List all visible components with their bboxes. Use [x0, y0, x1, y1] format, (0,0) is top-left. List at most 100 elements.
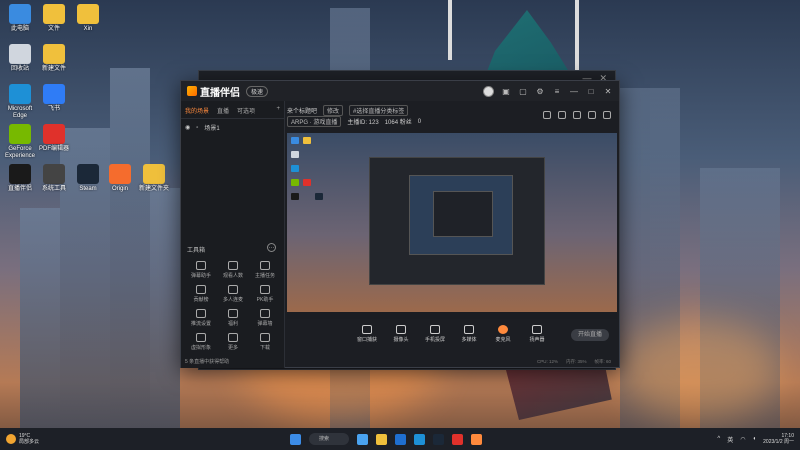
toolbox-more-button[interactable]: …: [267, 243, 276, 252]
tool-item[interactable]: 更多: [217, 333, 249, 351]
tool-item[interactable]: 贡献榜: [185, 285, 217, 303]
start-icon[interactable]: [290, 433, 301, 445]
eye-icon[interactable]: ◉: [185, 124, 190, 131]
bell-icon[interactable]: [588, 111, 596, 119]
tool-item[interactable]: PK助手: [249, 285, 281, 303]
lock-icon[interactable]: ▫: [196, 125, 198, 131]
desktop-icon[interactable]: Microsoft Edge: [2, 84, 38, 120]
taskbar-app-icon[interactable]: [433, 433, 444, 445]
app-icon: [43, 4, 65, 24]
room-id: 主播ID: 123: [347, 120, 379, 126]
tool-icon: [196, 285, 206, 294]
tool-icon: [228, 333, 238, 342]
desktop-icon[interactable]: 文件: [36, 4, 72, 33]
tool-label: 福利: [227, 321, 238, 327]
version-badge[interactable]: 极速: [246, 85, 269, 97]
taskbar-app-icon[interactable]: [452, 433, 463, 445]
desktop-icon[interactable]: 回收站: [2, 44, 38, 73]
category-tag[interactable]: #选择直播分类标签: [349, 105, 409, 116]
add-scene-button[interactable]: +: [276, 106, 280, 115]
desktop-icon[interactable]: 此电脑: [2, 4, 38, 33]
desktop-icon-label: GeForce Experience: [4, 146, 36, 159]
desktop-icon[interactable]: Steam: [70, 164, 106, 193]
control-label: 扬声器: [529, 337, 545, 343]
desktop-icon[interactable]: 新建文件: [36, 44, 72, 73]
edit-title-button[interactable]: 修改: [323, 105, 344, 116]
desktop-icon-label: 此电脑: [10, 26, 29, 32]
tool-item[interactable]: 弹幕助手: [185, 261, 217, 279]
weather-widget[interactable]: 19°C 局部多云: [0, 433, 39, 445]
desktop-icon[interactable]: Xin: [70, 4, 106, 33]
taskbar-app-icon[interactable]: [471, 433, 482, 445]
tool-item[interactable]: 福利: [217, 309, 249, 327]
volume-icon[interactable]: ◖: [753, 436, 757, 442]
scene-item[interactable]: ◉ ▫ 场景1: [181, 119, 284, 136]
source-control[interactable]: 手机投屏: [422, 323, 448, 349]
app-logo: 直播伴侣: [187, 84, 240, 99]
avatar[interactable]: [483, 85, 494, 97]
settings-icon[interactable]: ⚙: [535, 87, 545, 96]
lock-icon[interactable]: [558, 111, 566, 119]
gift-icon[interactable]: ▣: [501, 87, 511, 96]
tab-live[interactable]: 直播: [217, 106, 229, 115]
menu-icon[interactable]: ≡: [552, 87, 562, 96]
toolbox-title: 工具箱: [187, 248, 206, 254]
desktop-icon[interactable]: Origin: [102, 164, 138, 193]
desktop-icon[interactable]: 系统工具: [36, 164, 72, 193]
taskbar-app-icon[interactable]: [357, 433, 368, 445]
source-control[interactable]: 麦克风: [490, 323, 516, 349]
toolbox-grid: 弹幕助手 观看人数 主播任务贡献榜 多人连麦 PK助手推流设置 福利 弹幕墙虚拟形象 更多 下载: [185, 261, 281, 351]
share-icon[interactable]: [603, 111, 611, 119]
tab-my-scenes[interactable]: 我的场景: [185, 106, 209, 115]
desktop-icon-label: 系统工具: [41, 186, 66, 192]
preview-icon: [303, 179, 311, 186]
tool-label: 下载: [259, 345, 270, 351]
source-control[interactable]: 多媒体: [456, 323, 482, 349]
tool-item[interactable]: 推流设置: [185, 309, 217, 327]
tool-item[interactable]: 弹幕墙: [249, 309, 281, 327]
preview-taskbar: [287, 312, 617, 319]
message-icon[interactable]: ▢: [518, 87, 528, 96]
game-tag[interactable]: ARPG · 游戏直播: [287, 116, 342, 127]
source-control[interactable]: 扬声器: [524, 323, 550, 349]
desktop-icon[interactable]: 直播伴侣: [2, 164, 38, 193]
desktop-icon[interactable]: GeForce Experience: [2, 124, 38, 160]
tray-arrow-icon[interactable]: ^: [717, 436, 720, 442]
tool-label: 贡献榜: [193, 297, 209, 303]
close-button[interactable]: ✕: [603, 87, 613, 96]
wifi-icon[interactable]: ◠: [740, 436, 745, 443]
desktop-icon-label: Steam: [79, 186, 97, 192]
clock[interactable]: 17:10 2023/1/2 周一: [763, 433, 794, 445]
panel-footer[interactable]: 5 条直播中获得帮助: [185, 358, 229, 365]
tab-options[interactable]: 可选项: [237, 106, 255, 115]
preview-nested-window: [433, 191, 493, 237]
source-control[interactable]: 摄像头: [388, 323, 414, 349]
search-box[interactable]: 搜索: [309, 433, 349, 445]
maximize-button[interactable]: □: [586, 87, 596, 96]
tool-item[interactable]: 主播任务: [249, 261, 281, 279]
minimize-button[interactable]: —: [569, 87, 579, 96]
tool-item[interactable]: 多人连麦: [217, 285, 249, 303]
language-indicator[interactable]: 英: [727, 435, 733, 444]
taskbar-app-icon[interactable]: [395, 433, 406, 445]
desktop-icon-label: 文件: [47, 26, 60, 32]
source-control[interactable]: 窗口捕获: [354, 323, 380, 349]
tool-item[interactable]: 观看人数: [217, 261, 249, 279]
date: 2023/1/2 周一: [763, 439, 794, 445]
pin-icon[interactable]: [573, 111, 581, 119]
tool-icon: [228, 261, 238, 270]
tool-item[interactable]: 虚拟形象: [185, 333, 217, 351]
stream-title[interactable]: 来个标题吧: [287, 106, 317, 115]
desktop-icon[interactable]: 飞书: [36, 84, 72, 113]
shop-icon[interactable]: [543, 111, 551, 119]
stream-preview[interactable]: [287, 133, 617, 319]
app-icon: [43, 124, 65, 144]
taskbar-app-icon[interactable]: [376, 433, 387, 445]
taskbar-app-icon[interactable]: [414, 433, 425, 445]
desktop-icon[interactable]: 新建文件夹: [136, 164, 172, 193]
app-icon: [9, 124, 31, 144]
tool-item[interactable]: 下载: [249, 333, 281, 351]
taskbar-apps: 搜索: [290, 433, 482, 445]
desktop-icon[interactable]: PDF编辑器: [36, 124, 72, 153]
start-live-button[interactable]: 开始直播: [571, 329, 609, 341]
